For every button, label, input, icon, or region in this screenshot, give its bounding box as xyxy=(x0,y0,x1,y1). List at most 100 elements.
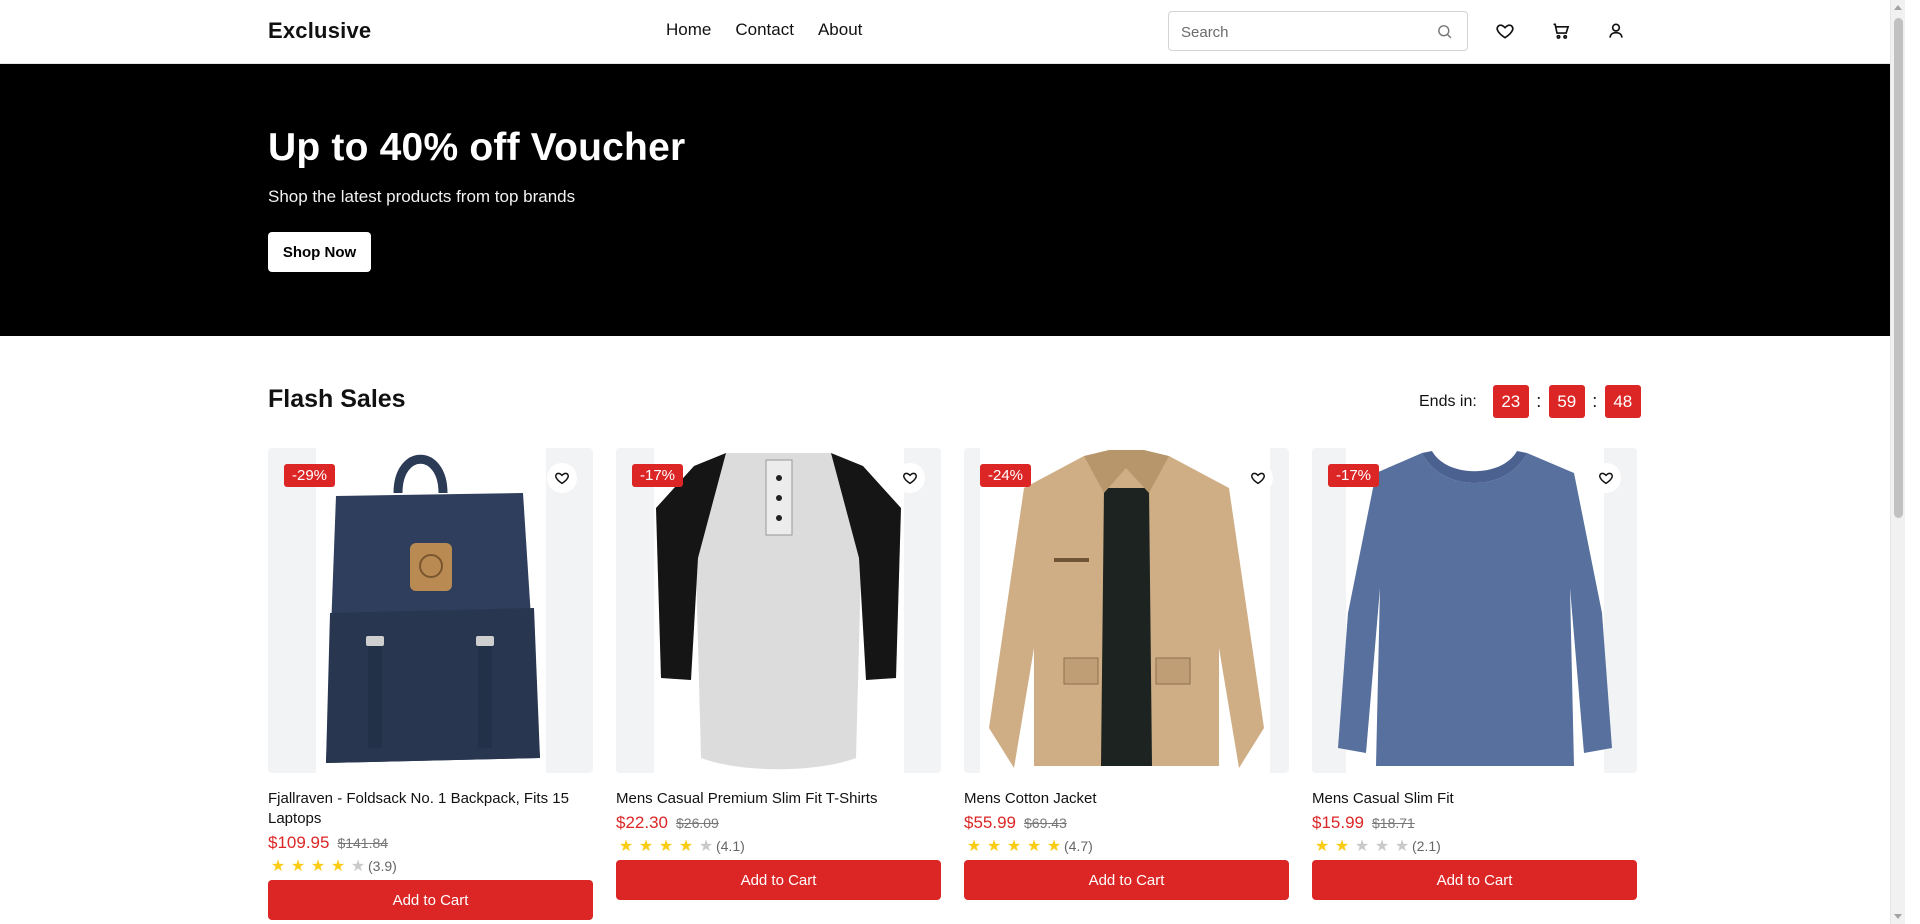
original-price: $26.09 xyxy=(676,815,719,831)
heart-icon xyxy=(1599,472,1613,485)
hero-subtitle: Shop the latest products from top brands xyxy=(268,187,576,206)
star-icon: ★ xyxy=(1046,838,1062,855)
nav-home-link[interactable]: Home xyxy=(666,20,711,40)
price-row: $15.99 $18.71 xyxy=(1312,813,1637,833)
tshirt-image xyxy=(654,448,904,773)
price-row: $109.95 $141.84 xyxy=(268,833,593,853)
star-icon: ★ xyxy=(698,838,714,855)
scroll-down-arrow-icon[interactable] xyxy=(1894,914,1902,919)
product-card: -24% Mens Cotton Jacket $55.99 $69.43 ★ ★… xyxy=(964,448,1289,900)
star-icon: ★ xyxy=(290,858,306,875)
rating-value: (4.7) xyxy=(1064,838,1093,854)
product-name[interactable]: Fjallraven - Foldsack No. 1 Backpack, Fi… xyxy=(268,789,593,829)
rating-value: (2.1) xyxy=(1412,838,1441,854)
sale-price: $22.30 xyxy=(616,813,668,832)
search-box xyxy=(1168,11,1468,51)
ends-in-label: Ends in: xyxy=(1419,392,1477,410)
product-name[interactable]: Mens Cotton Jacket xyxy=(964,789,1289,809)
price-row: $22.30 $26.09 xyxy=(616,813,941,833)
star-icon: ★ xyxy=(1006,838,1022,855)
product-image[interactable]: -17% xyxy=(616,448,941,773)
add-to-cart-button[interactable]: Add to Cart xyxy=(964,860,1289,900)
heart-icon[interactable] xyxy=(1495,21,1515,41)
add-to-cart-button[interactable]: Add to Cart xyxy=(268,880,593,920)
countdown-timer: Ends in: 23 : 59 : 48 xyxy=(1419,385,1641,418)
star-icon: ★ xyxy=(1394,838,1410,855)
star-icon: ★ xyxy=(966,838,982,855)
star-rating: ★ ★ ★ ★ ★ (4.1) xyxy=(616,836,941,856)
nav-about-link[interactable]: About xyxy=(818,20,862,40)
user-icon[interactable] xyxy=(1606,21,1626,41)
star-icon: ★ xyxy=(1374,838,1390,855)
star-icon: ★ xyxy=(678,838,694,855)
hero-title: Up to 40% off Voucher xyxy=(268,126,686,169)
main-nav: Home Contact About xyxy=(666,20,862,40)
site-logo[interactable]: Exclusive xyxy=(268,18,371,44)
original-price: $141.84 xyxy=(337,835,389,851)
product-name[interactable]: Mens Casual Premium Slim Fit T-Shirts xyxy=(616,789,941,809)
product-card: -29% Fjallraven - Foldsack No. 1 Backpac… xyxy=(268,448,593,920)
add-to-cart-button[interactable]: Add to Cart xyxy=(1312,860,1637,900)
rating-value: (3.9) xyxy=(368,858,397,874)
star-icon: ★ xyxy=(986,838,1002,855)
wishlist-button[interactable] xyxy=(1243,463,1273,493)
star-icon: ★ xyxy=(638,838,654,855)
sale-price: $15.99 xyxy=(1312,813,1364,832)
page: Exclusive Home Contact About Up to 40% o… xyxy=(0,0,1905,924)
product-card: -17% Mens Casual Slim Fit $15.99 $18.71 … xyxy=(1312,448,1637,900)
backpack-image xyxy=(316,448,546,773)
product-image[interactable]: -24% xyxy=(964,448,1289,773)
discount-badge: -29% xyxy=(284,464,336,487)
star-rating: ★ ★ ★ ★ ★ (3.9) xyxy=(268,856,593,876)
star-icon: ★ xyxy=(658,838,674,855)
product-name[interactable]: Mens Casual Slim Fit xyxy=(1312,789,1637,809)
search-input[interactable] xyxy=(1181,21,1421,43)
star-rating: ★ ★ ★ ★ ★ (4.7) xyxy=(964,836,1289,856)
long-sleeve-shirt-image xyxy=(1338,448,1612,773)
cart-icon[interactable] xyxy=(1551,21,1571,41)
search-icon[interactable] xyxy=(1436,23,1453,40)
timer-separator: : xyxy=(1536,391,1542,411)
price-row: $55.99 $69.43 xyxy=(964,813,1289,833)
star-icon: ★ xyxy=(1026,838,1042,855)
star-icon: ★ xyxy=(270,858,286,875)
product-card: -17% Mens Casual Premium Slim Fit T-Shir… xyxy=(616,448,941,900)
heart-icon xyxy=(555,472,569,485)
vertical-scrollbar[interactable] xyxy=(1890,0,1905,924)
star-icon: ★ xyxy=(1314,838,1330,855)
wishlist-button[interactable] xyxy=(895,463,925,493)
scroll-up-arrow-icon[interactable] xyxy=(1894,5,1902,10)
rating-value: (4.1) xyxy=(716,838,745,854)
heart-icon xyxy=(1251,472,1265,485)
wishlist-button[interactable] xyxy=(1591,463,1621,493)
product-image[interactable]: -17% xyxy=(1312,448,1637,773)
star-rating: ★ ★ ★ ★ ★ (2.1) xyxy=(1312,836,1637,856)
scrollbar-thumb[interactable] xyxy=(1894,18,1903,518)
heart-icon xyxy=(903,472,917,485)
jacket-image xyxy=(980,448,1270,773)
top-header: Exclusive Home Contact About xyxy=(0,0,1905,64)
timer-hours: 23 xyxy=(1492,385,1529,418)
original-price: $18.71 xyxy=(1372,815,1415,831)
star-icon: ★ xyxy=(330,858,346,875)
wishlist-button[interactable] xyxy=(547,463,577,493)
sale-price: $55.99 xyxy=(964,813,1016,832)
add-to-cart-button[interactable]: Add to Cart xyxy=(616,860,941,900)
star-icon: ★ xyxy=(1354,838,1370,855)
product-image[interactable]: -29% xyxy=(268,448,593,773)
timer-seconds: 48 xyxy=(1604,385,1641,418)
shop-now-button[interactable]: Shop Now xyxy=(268,232,371,272)
timer-separator: : xyxy=(1592,391,1598,411)
star-icon: ★ xyxy=(310,858,326,875)
nav-contact-link[interactable]: Contact xyxy=(735,20,794,40)
star-icon: ★ xyxy=(350,858,366,875)
star-icon: ★ xyxy=(618,838,634,855)
hero-banner: Up to 40% off Voucher Shop the latest pr… xyxy=(0,64,1905,336)
original-price: $69.43 xyxy=(1024,815,1067,831)
discount-badge: -17% xyxy=(1328,464,1380,487)
sale-price: $109.95 xyxy=(268,833,330,852)
flash-sales-title: Flash Sales xyxy=(268,385,406,413)
discount-badge: -17% xyxy=(632,464,684,487)
star-icon: ★ xyxy=(1334,838,1350,855)
timer-minutes: 59 xyxy=(1548,385,1585,418)
